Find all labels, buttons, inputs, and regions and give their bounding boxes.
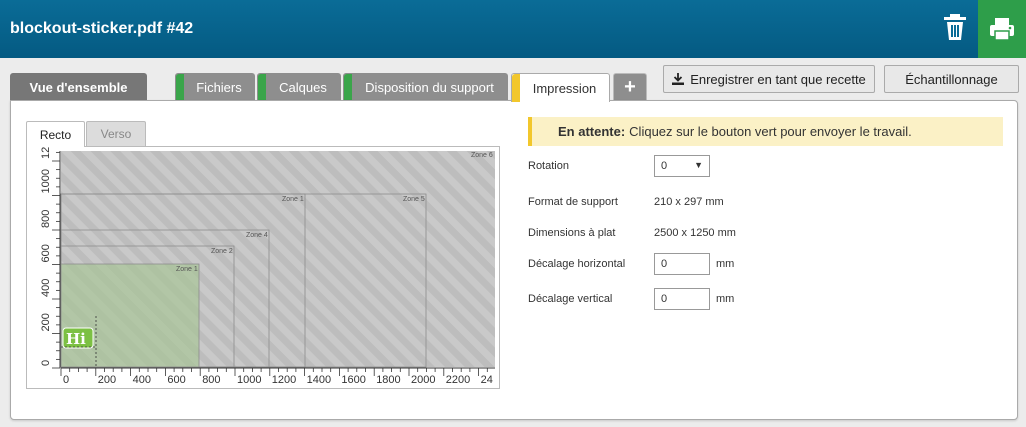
tab-print-label: Impression bbox=[532, 80, 597, 96]
status-notice-strong: En attente: bbox=[558, 124, 626, 139]
tab-overview-label: Vue d'ensemble bbox=[29, 80, 128, 95]
tab-recto-label: Recto bbox=[39, 127, 72, 142]
sticker-text: Hi bbox=[66, 330, 86, 348]
horizontal-offset-label: Décalage horizontal bbox=[528, 258, 626, 270]
y-tick-label: 600 bbox=[40, 244, 52, 262]
tab-status-mark bbox=[176, 74, 184, 101]
x-tick-label: 400 bbox=[133, 374, 151, 386]
x-tick-label: 24 bbox=[481, 374, 493, 386]
x-tick-label: 2200 bbox=[446, 374, 470, 386]
document-title: blockout-sticker.pdf #42 bbox=[10, 20, 194, 37]
x-tick-label: 600 bbox=[167, 374, 185, 386]
horizontal-offset-value: 0 bbox=[661, 258, 668, 270]
tab-files-label: Fichiers bbox=[196, 80, 242, 95]
tab-verso[interactable]: Verso bbox=[86, 121, 146, 146]
app-header: blockout-sticker.pdf #42 bbox=[0, 0, 1026, 58]
rotation-label: Rotation bbox=[528, 160, 569, 172]
print-button[interactable] bbox=[978, 0, 1026, 58]
tab-print[interactable]: Impression bbox=[511, 73, 610, 102]
download-icon bbox=[672, 73, 685, 85]
tab-layers[interactable]: Calques bbox=[257, 73, 341, 101]
x-tick-label: 1600 bbox=[341, 374, 365, 386]
x-tick-label: 1200 bbox=[272, 374, 296, 386]
y-tick-label: 400 bbox=[40, 279, 52, 297]
sampling-label: Échantillonnage bbox=[905, 71, 998, 87]
zone-label: Zone 1 bbox=[176, 266, 198, 273]
layout-preview[interactable]: Zone 6 Zone 1 Zone 5 Zone 4 Zone 2 Zone … bbox=[26, 146, 500, 389]
x-tick-label: 200 bbox=[98, 374, 116, 386]
printer-icon bbox=[990, 18, 1014, 41]
tab-status-mark bbox=[344, 74, 352, 101]
vertical-offset-input[interactable]: 0 bbox=[654, 288, 710, 310]
chevron-down-icon: ▼ bbox=[694, 160, 703, 170]
plus-icon: + bbox=[624, 76, 636, 98]
tab-status-mark bbox=[258, 74, 266, 101]
tab-overview[interactable]: Vue d'ensemble bbox=[10, 73, 147, 101]
x-tick-label: 1000 bbox=[237, 374, 261, 386]
x-tick-label: 2000 bbox=[411, 374, 435, 386]
status-notice: En attente: Cliquez sur le bouton vert p… bbox=[528, 117, 1003, 146]
horizontal-offset-unit: mm bbox=[716, 258, 735, 270]
zone-label: Zone 4 bbox=[246, 232, 268, 239]
tab-files[interactable]: Fichiers bbox=[175, 73, 255, 101]
y-tick-label: 1000 bbox=[40, 169, 52, 193]
tab-media-layout-label: Disposition du support bbox=[365, 80, 494, 95]
x-tick-label: 1400 bbox=[307, 374, 331, 386]
y-tick-label: 1200 bbox=[40, 147, 52, 159]
rotation-value: 0 bbox=[661, 160, 668, 172]
save-as-recipe-label: Enregistrer en tant que recette bbox=[690, 71, 866, 87]
y-tick-label: 200 bbox=[40, 313, 52, 331]
zone-1-area bbox=[60, 263, 200, 368]
rotation-select[interactable]: 0 ▼ bbox=[654, 155, 710, 177]
zone-label: Zone 1 bbox=[282, 196, 304, 203]
y-tick-label: 0 bbox=[40, 360, 52, 366]
tab-verso-label: Verso bbox=[100, 127, 132, 141]
zone-label: Zone 2 bbox=[211, 248, 233, 255]
zone-label: Zone 5 bbox=[403, 196, 425, 203]
flat-dimensions-label: Dimensions à plat bbox=[528, 227, 616, 239]
vertical-offset-unit: mm bbox=[716, 293, 735, 305]
flat-dimensions-value: 2500 x 1250 mm bbox=[654, 227, 736, 239]
tab-recto[interactable]: Recto bbox=[26, 121, 85, 147]
delete-button[interactable] bbox=[940, 12, 970, 42]
sampling-button[interactable]: Échantillonnage bbox=[884, 65, 1019, 93]
add-tab-button[interactable]: + bbox=[613, 73, 647, 101]
tab-layers-label: Calques bbox=[279, 80, 327, 95]
layout-canvas: Zone 6 Zone 1 Zone 5 Zone 4 Zone 2 Zone … bbox=[40, 147, 495, 386]
tab-status-mark bbox=[512, 74, 520, 102]
vertical-offset-value: 0 bbox=[661, 293, 668, 305]
status-notice-text: Cliquez sur le bouton vert pour envoyer … bbox=[629, 124, 912, 139]
media-format-label: Format de support bbox=[528, 196, 618, 208]
zone-label: Zone 6 bbox=[471, 152, 493, 159]
y-tick-label: 800 bbox=[40, 210, 52, 228]
horizontal-offset-input[interactable]: 0 bbox=[654, 253, 710, 275]
vertical-offset-label: Décalage vertical bbox=[528, 293, 613, 305]
trash-icon bbox=[944, 14, 966, 40]
x-tick-label: 1800 bbox=[376, 374, 400, 386]
save-as-recipe-button[interactable]: Enregistrer en tant que recette bbox=[663, 65, 875, 93]
x-tick-label: 800 bbox=[202, 374, 220, 386]
media-format-value: 210 x 297 mm bbox=[654, 196, 724, 208]
tab-media-layout[interactable]: Disposition du support bbox=[343, 73, 508, 101]
x-tick-label: 0 bbox=[63, 374, 69, 386]
